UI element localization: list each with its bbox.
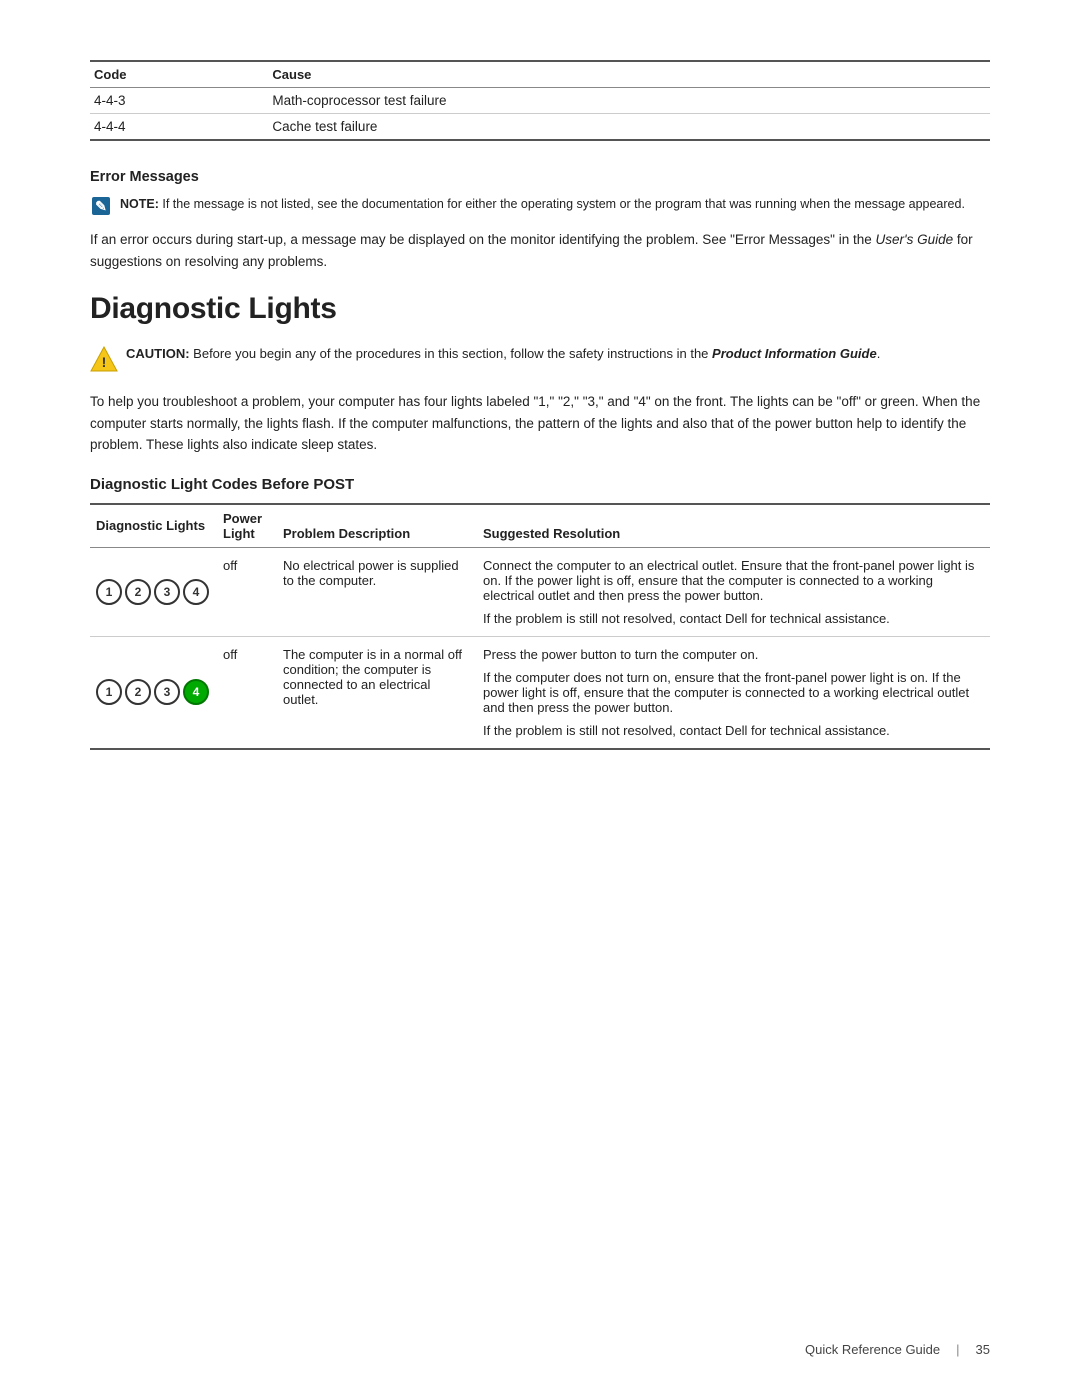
error-messages-heading: Error Messages — [90, 169, 990, 185]
caution-text: CAUTION: Before you begin any of the pro… — [126, 344, 880, 364]
note-text: NOTE: If the message is not listed, see … — [120, 195, 965, 214]
power-cell-1: off — [217, 547, 277, 636]
col-suggested-res: Suggested Resolution — [477, 504, 990, 548]
lights-row-1: 1 2 3 4 — [96, 579, 209, 605]
cause-cell: Math-coprocessor test failure — [268, 88, 990, 114]
resolution-para: If the problem is still not resolved, co… — [483, 611, 982, 626]
page-number: 35 — [976, 1342, 990, 1357]
light-4-green: 4 — [183, 679, 209, 705]
caution-italic: Product Information Guide — [712, 346, 877, 361]
svg-text:✎: ✎ — [95, 198, 107, 214]
note-icon: ✎ — [90, 195, 112, 217]
caution-icon: ! — [90, 346, 118, 375]
caution-box: ! CAUTION: Before you begin any of the p… — [90, 344, 990, 375]
resolution-cell-1: Connect the computer to an electrical ou… — [477, 547, 990, 636]
page-footer: Quick Reference Guide | 35 — [805, 1342, 990, 1357]
light-4: 4 — [183, 579, 209, 605]
light-2: 2 — [125, 679, 151, 705]
lights-cell-2: 1 2 3 4 — [90, 636, 217, 749]
table-row: 4-4-4 Cache test failure — [90, 114, 990, 141]
light-2: 2 — [125, 579, 151, 605]
light-1: 1 — [96, 579, 122, 605]
col-problem-desc: Problem Description — [277, 504, 477, 548]
svg-text:!: ! — [102, 354, 107, 370]
lights-cell-1: 1 2 3 4 — [90, 547, 217, 636]
col-header-cause: Cause — [268, 61, 990, 88]
table-row: 1 2 3 4 off The computer is in a normal … — [90, 636, 990, 749]
footer-guide: Quick Reference Guide — [805, 1342, 940, 1357]
code-cell: 4-4-3 — [90, 88, 268, 114]
col-header-code: Code — [90, 61, 268, 88]
footer-divider: | — [956, 1342, 959, 1357]
resolution-para: Press the power button to turn the compu… — [483, 647, 982, 662]
code-cause-table: Code Cause 4-4-3 Math-coprocessor test f… — [90, 60, 990, 141]
light-1: 1 — [96, 679, 122, 705]
diagnostic-lights-title: Diagnostic Lights — [90, 292, 990, 326]
resolution-para: If the computer does not turn on, ensure… — [483, 670, 982, 715]
resolution-para: If the problem is still not resolved, co… — [483, 723, 982, 738]
note-label: NOTE: — [120, 197, 159, 211]
power-cell-2: off — [217, 636, 277, 749]
resolution-para: Connect the computer to an electrical ou… — [483, 558, 982, 603]
diagnostic-table: Diagnostic Lights PowerLight Problem Des… — [90, 503, 990, 750]
table-row: 4-4-3 Math-coprocessor test failure — [90, 88, 990, 114]
problem-cell-2: The computer is in a normal off conditio… — [277, 636, 477, 749]
code-cell: 4-4-4 — [90, 114, 268, 141]
cause-cell: Cache test failure — [268, 114, 990, 141]
light-3: 3 — [154, 679, 180, 705]
col-power-light: PowerLight — [217, 504, 277, 548]
error-messages-section: Error Messages ✎ NOTE: If the message is… — [90, 169, 990, 272]
light-3: 3 — [154, 579, 180, 605]
col-diag-lights: Diagnostic Lights — [90, 504, 217, 548]
diagnostic-lights-body: To help you troubleshoot a problem, your… — [90, 391, 990, 456]
caution-body: Before you begin any of the procedures i… — [193, 346, 712, 361]
note-box: ✎ NOTE: If the message is not listed, se… — [90, 195, 990, 217]
caution-label: CAUTION: — [126, 346, 190, 361]
subsection-heading: Diagnostic Light Codes Before POST — [90, 476, 990, 493]
table-row: 1 2 3 4 off No electrical power is suppl… — [90, 547, 990, 636]
error-messages-body: If an error occurs during start-up, a me… — [90, 229, 990, 272]
resolution-cell-2: Press the power button to turn the compu… — [477, 636, 990, 749]
problem-cell-1: No electrical power is supplied to the c… — [277, 547, 477, 636]
note-body: If the message is not listed, see the do… — [162, 197, 965, 211]
lights-row-2: 1 2 3 4 — [96, 679, 209, 705]
